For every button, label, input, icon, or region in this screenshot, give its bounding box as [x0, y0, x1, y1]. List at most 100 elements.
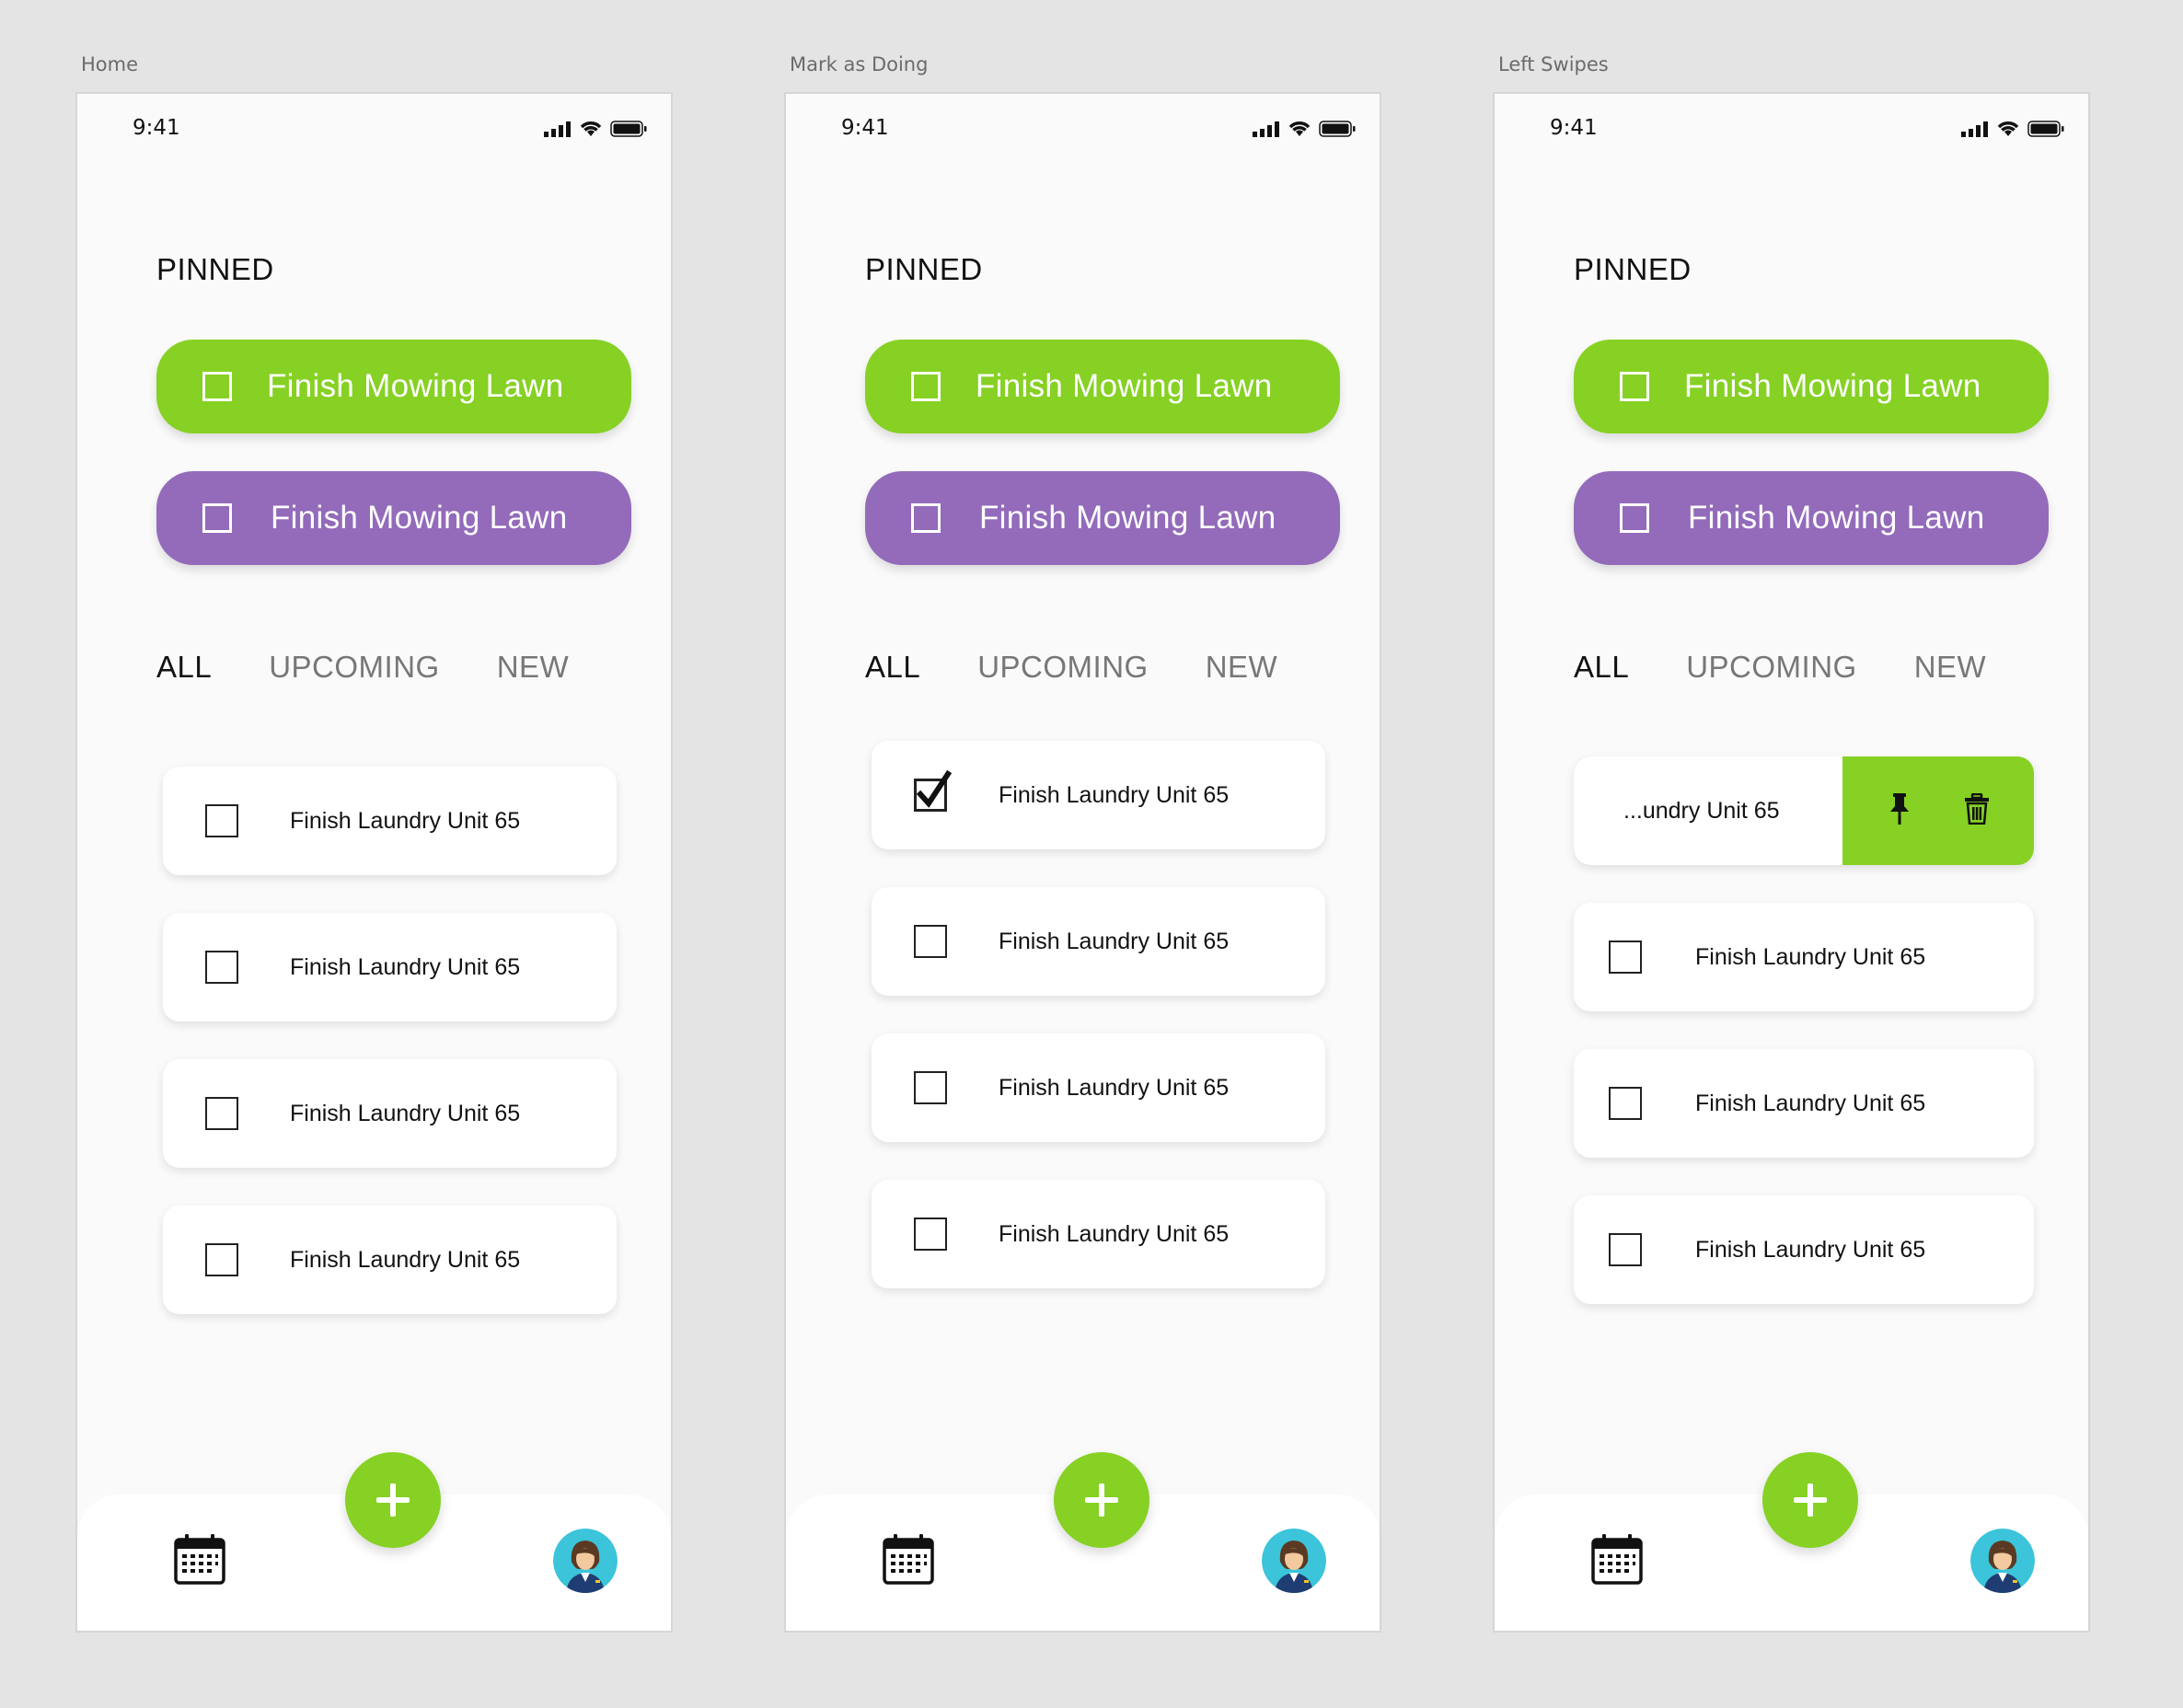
checkbox[interactable] [914, 925, 947, 958]
task-label: Finish Laundry Unit 65 [1695, 1090, 1926, 1116]
task-card-doing[interactable]: Finish Laundry Unit 65 [872, 741, 1325, 849]
calendar-icon [883, 1534, 934, 1585]
calendar-button[interactable] [1590, 1532, 1644, 1590]
checkbox[interactable] [1609, 1087, 1642, 1120]
task-card[interactable]: Finish Laundry Unit 65 [163, 913, 617, 1021]
checkbox[interactable] [202, 372, 232, 401]
status-time: 9:41 [841, 116, 889, 140]
tab-all[interactable]: ALL [156, 650, 212, 685]
tab-all[interactable]: ALL [1574, 650, 1629, 685]
artboard-label-mark-as-doing: Mark as Doing [790, 53, 929, 75]
avatar-icon [553, 1529, 618, 1593]
filter-tabs: ALL UPCOMING NEW [1574, 650, 1986, 685]
add-task-button[interactable] [1762, 1452, 1858, 1548]
screen-left-swipes: 9:41 PINNED Finish Mowing Lawn Finish Mo… [1493, 92, 2090, 1633]
task-label: Finish Laundry Unit 65 [1695, 1236, 1926, 1263]
filter-tabs: ALL UPCOMING NEW [865, 650, 1277, 685]
pinned-task-purple[interactable]: Finish Mowing Lawn [1574, 471, 2049, 565]
artboard-label-left-swipes: Left Swipes [1498, 53, 1609, 75]
profile-avatar[interactable] [553, 1529, 618, 1593]
pinned-task-green[interactable]: Finish Mowing Lawn [865, 340, 1340, 433]
tab-all[interactable]: ALL [865, 650, 920, 685]
checkbox[interactable] [205, 1097, 238, 1130]
calendar-button[interactable] [882, 1532, 935, 1590]
checkbox-checked[interactable] [914, 769, 952, 812]
task-card[interactable]: Finish Laundry Unit 65 [872, 1180, 1325, 1288]
artboard-label-home: Home [81, 53, 139, 75]
screen-home: 9:41 PINNED Finish Mowing Lawn Finish Mo… [75, 92, 673, 1633]
add-task-button[interactable] [345, 1452, 441, 1548]
calendar-icon [174, 1534, 225, 1585]
calendar-icon [1591, 1534, 1643, 1585]
task-card[interactable]: Finish Laundry Unit 65 [1574, 903, 2034, 1011]
swipe-actions [1842, 756, 2034, 865]
status-icons [1253, 120, 1356, 138]
add-task-button[interactable] [1054, 1452, 1149, 1548]
pin-button[interactable] [1888, 791, 1912, 831]
calendar-button[interactable] [173, 1532, 226, 1590]
tab-new[interactable]: NEW [1914, 650, 1987, 685]
tab-upcoming[interactable]: UPCOMING [269, 650, 440, 685]
status-time: 9:41 [133, 116, 180, 140]
task-label: Finish Laundry Unit 65 [290, 1100, 521, 1126]
checkbox[interactable] [205, 951, 238, 984]
checkbox[interactable] [1609, 941, 1642, 974]
task-card[interactable]: Finish Laundry Unit 65 [1574, 1049, 2034, 1158]
pinned-task-green[interactable]: Finish Mowing Lawn [1574, 340, 2049, 433]
task-label: Finish Laundry Unit 65 [290, 953, 521, 980]
signal-icon [544, 121, 571, 137]
checkbox[interactable] [1620, 503, 1649, 533]
tab-upcoming[interactable]: UPCOMING [977, 650, 1149, 685]
profile-avatar[interactable] [1262, 1529, 1326, 1593]
profile-avatar[interactable] [1970, 1529, 2035, 1593]
checkbox[interactable] [914, 1071, 947, 1104]
battery-icon [2027, 121, 2064, 137]
task-card[interactable]: Finish Laundry Unit 65 [1574, 1195, 2034, 1304]
pinned-task-label: Finish Mowing Lawn [271, 500, 568, 536]
task-label: Finish Laundry Unit 65 [999, 1074, 1230, 1101]
wifi-icon [1997, 121, 2019, 136]
checkbox[interactable] [911, 372, 941, 401]
status-time: 9:41 [1550, 116, 1598, 140]
swiped-task-content[interactable]: ...undry Unit 65 [1574, 756, 1842, 865]
trash-icon [1964, 792, 1989, 825]
plus-icon [1085, 1483, 1118, 1517]
plus-icon [1794, 1483, 1827, 1517]
task-card[interactable]: Finish Laundry Unit 65 [872, 887, 1325, 996]
pinned-task-label: Finish Mowing Lawn [1684, 368, 1981, 404]
pinned-task-label: Finish Mowing Lawn [976, 368, 1273, 404]
pinned-task-purple[interactable]: Finish Mowing Lawn [865, 471, 1340, 565]
pinned-task-label: Finish Mowing Lawn [979, 500, 1276, 536]
task-label: Finish Laundry Unit 65 [290, 1246, 521, 1273]
checkbox[interactable] [202, 503, 232, 533]
checkbox[interactable] [205, 1243, 238, 1276]
task-label: ...undry Unit 65 [1623, 797, 1780, 824]
pinned-task-purple[interactable]: Finish Mowing Lawn [156, 471, 631, 565]
task-card[interactable]: Finish Laundry Unit 65 [163, 767, 617, 875]
task-card[interactable]: Finish Laundry Unit 65 [163, 1206, 617, 1314]
pin-icon [1889, 792, 1909, 825]
checkbox[interactable] [205, 804, 238, 837]
tab-new[interactable]: NEW [1206, 650, 1278, 685]
task-label: Finish Laundry Unit 65 [1695, 943, 1926, 970]
checkbox[interactable] [914, 1218, 947, 1251]
signal-icon [1253, 121, 1279, 137]
pinned-heading: PINNED [1574, 252, 1692, 286]
screen-mark-as-doing: 9:41 PINNED Finish Mowing Lawn Finish Mo… [784, 92, 1381, 1633]
task-card[interactable]: Finish Laundry Unit 65 [163, 1059, 617, 1168]
checkbox[interactable] [1620, 372, 1649, 401]
swiped-task-row[interactable]: ...undry Unit 65 [1574, 756, 2034, 865]
delete-button[interactable] [1964, 792, 1990, 829]
tab-upcoming[interactable]: UPCOMING [1686, 650, 1857, 685]
pinned-task-green[interactable]: Finish Mowing Lawn [156, 340, 631, 433]
pinned-heading: PINNED [156, 252, 274, 286]
tab-new[interactable]: NEW [497, 650, 570, 685]
task-card[interactable]: Finish Laundry Unit 65 [872, 1033, 1325, 1142]
checkbox[interactable] [911, 503, 941, 533]
checkmark-icon [916, 769, 952, 808]
status-icons [544, 120, 647, 138]
task-label: Finish Laundry Unit 65 [999, 928, 1230, 954]
checkbox[interactable] [1609, 1233, 1642, 1266]
pinned-task-label: Finish Mowing Lawn [267, 368, 564, 404]
status-icons [1961, 120, 2064, 138]
